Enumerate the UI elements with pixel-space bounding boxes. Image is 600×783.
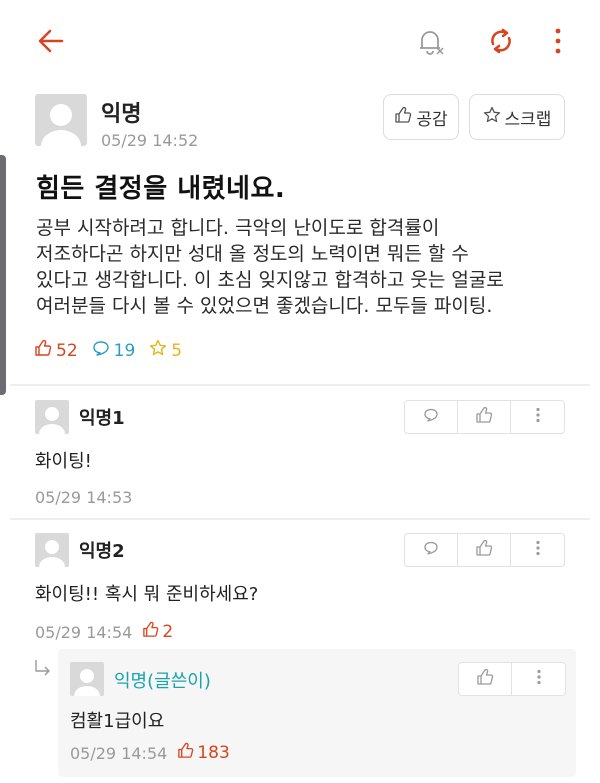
comment-count: 19	[92, 339, 136, 362]
divider	[10, 384, 590, 386]
top-bar	[0, 0, 600, 80]
scrap-button-label: 스크랩	[504, 109, 552, 130]
reply-like-count-value: 183	[197, 743, 230, 763]
thumbs-up-icon	[476, 668, 494, 690]
avatar	[70, 662, 104, 696]
comment-icon	[422, 406, 440, 428]
reply-time: 05/29 14:54	[70, 743, 168, 763]
thumbs-up-icon	[177, 742, 194, 764]
scroll-edge-handle[interactable]	[0, 155, 6, 395]
comment-author: 익명1	[79, 408, 125, 429]
thumbs-up-icon	[394, 106, 412, 129]
reply-author: 익명(글쓴이)	[114, 671, 211, 692]
comment-meta: 05/29 14:53	[35, 488, 132, 507]
star-icon	[149, 339, 167, 362]
comment-count-value: 19	[113, 340, 136, 361]
reply-meta: 05/29 14:54 183	[70, 742, 230, 764]
back-arrow-icon[interactable]	[34, 24, 68, 58]
post-body: 공부 시작하려고 합니다. 극악의 난이도로 합격률이 저조하다곤 하지만 성대…	[36, 217, 504, 317]
comment-like-count: 2	[142, 621, 173, 643]
more-vertical-icon[interactable]	[544, 24, 572, 58]
star-icon	[483, 106, 501, 129]
more-vertical-icon	[533, 539, 543, 561]
reply-button[interactable]	[405, 534, 458, 566]
comment-icon	[92, 339, 110, 362]
post-author: 익명	[101, 102, 142, 127]
notification-off-icon[interactable]	[413, 24, 447, 58]
comment-time: 05/29 14:54	[35, 622, 133, 642]
like-button[interactable]: 공감	[383, 94, 459, 140]
thumbs-up-icon	[475, 539, 493, 561]
like-count: 52	[34, 339, 78, 362]
thumbs-up-icon	[475, 406, 493, 428]
comment-more-button[interactable]	[511, 401, 564, 433]
thumbs-up-icon	[142, 621, 159, 643]
reply-more-button[interactable]	[512, 663, 565, 695]
scrap-button[interactable]: 스크랩	[469, 94, 565, 140]
comment-actions	[404, 533, 565, 567]
thumbs-up-icon	[34, 339, 52, 362]
comment-text: 화이팅!	[35, 451, 92, 472]
scrap-count: 5	[149, 339, 182, 362]
divider	[10, 518, 590, 520]
comment-author: 익명2	[79, 541, 125, 562]
comment-actions	[404, 400, 565, 434]
post-title: 힘든 결정을 내렸네요.	[36, 174, 286, 204]
reply-button[interactable]	[405, 401, 458, 433]
avatar	[35, 533, 69, 567]
comment-more-button[interactable]	[511, 534, 564, 566]
comment-like-button[interactable]	[458, 534, 511, 566]
comment-meta: 05/29 14:54 2	[35, 621, 173, 643]
reply-like-count: 183	[177, 742, 230, 764]
refresh-icon[interactable]	[484, 24, 518, 58]
avatar	[35, 94, 87, 146]
reply-item: 익명(글쓴이) 컴활1급이요 05/29 14:54 183	[58, 649, 576, 777]
comment-item: 익명2 화이팅!! 혹시 뭐 준비하세요? 05/29 14:54 2	[35, 533, 565, 643]
comment-like-button[interactable]	[458, 401, 511, 433]
post-header: 익명 05/29 14:52 공감 스크랩	[35, 92, 565, 152]
avatar	[35, 400, 69, 434]
reply-text: 컴활1급이요	[70, 711, 165, 732]
like-button-label: 공감	[416, 109, 448, 130]
post-counts: 52 19 5	[34, 339, 196, 362]
reply-actions	[458, 662, 566, 696]
reply-arrow-icon	[33, 658, 53, 678]
like-count-value: 52	[56, 340, 78, 361]
comment-item: 익명1 화이팅! 05/29 14:53	[35, 400, 565, 510]
reply-like-button[interactable]	[459, 663, 512, 695]
comment-icon	[422, 539, 440, 561]
comment-like-count-value: 2	[162, 622, 174, 642]
more-vertical-icon	[533, 406, 543, 428]
comment-text: 화이팅!! 혹시 뭐 준비하세요?	[35, 584, 259, 605]
comment-time: 05/29 14:53	[35, 488, 133, 507]
scrap-count-value: 5	[171, 340, 183, 361]
post-time: 05/29 14:52	[101, 131, 199, 150]
more-vertical-icon	[534, 668, 544, 690]
